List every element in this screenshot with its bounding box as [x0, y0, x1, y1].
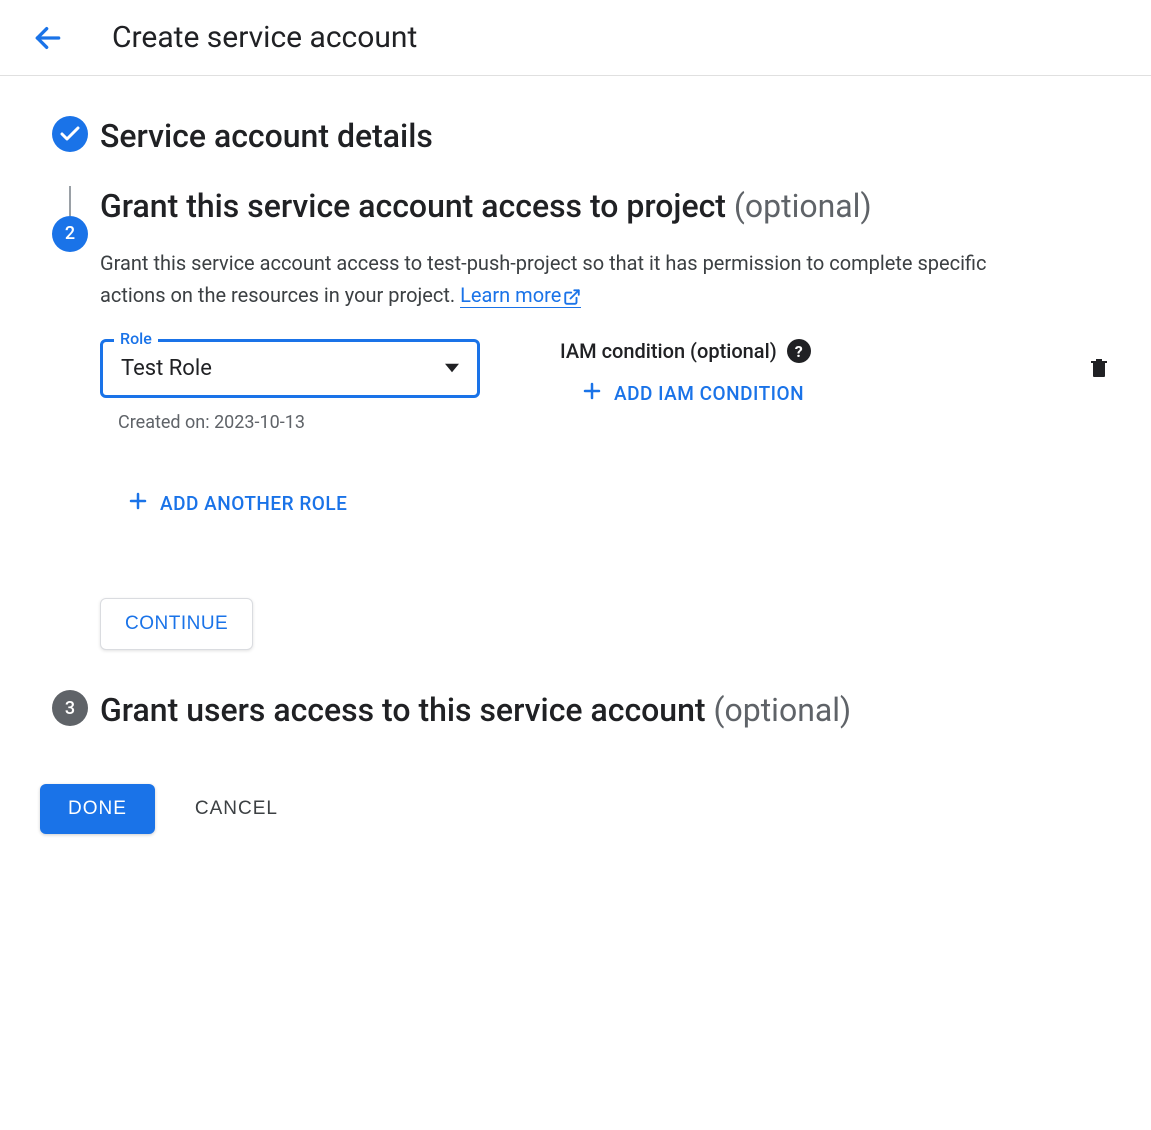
back-button[interactable]	[32, 22, 64, 54]
done-button[interactable]: DONE	[40, 784, 155, 834]
step-2-title-text: Grant this service account access to pro…	[100, 187, 726, 225]
step-3: 3 Grant users access to this service acc…	[40, 690, 1111, 736]
chevron-down-icon	[445, 356, 459, 381]
step-2-description: Grant this service account access to tes…	[100, 247, 1020, 311]
step-1-check-icon	[52, 116, 88, 152]
arrow-left-icon	[32, 22, 64, 54]
continue-label: CONTINUE	[125, 613, 228, 634]
role-row: Role Test Role Created on: 2023-10-13 IA…	[100, 339, 1111, 433]
cancel-label: CANCEL	[195, 798, 278, 819]
step-2: 2 Grant this service account access to p…	[40, 186, 1111, 675]
page-header: Create service account	[0, 0, 1151, 76]
step-2-title: Grant this service account access to pro…	[100, 186, 1111, 228]
iam-condition-label: IAM condition (optional)	[560, 339, 777, 363]
step-connector	[69, 186, 71, 216]
footer-buttons: DONE CANCEL	[40, 784, 1111, 834]
help-icon[interactable]: ?	[787, 339, 811, 363]
step-3-optional: (optional)	[714, 691, 852, 729]
delete-role-button[interactable]	[1087, 339, 1111, 385]
add-another-role-button[interactable]: ADD ANOTHER ROLE	[126, 489, 1111, 518]
plus-icon	[580, 379, 604, 408]
role-field-label: Role	[114, 329, 158, 348]
step-3-title-text: Grant users access to this service accou…	[100, 691, 706, 729]
cancel-button[interactable]: CANCEL	[195, 798, 278, 820]
add-another-role-label: ADD ANOTHER ROLE	[160, 492, 347, 515]
step-2-optional: (optional)	[734, 187, 872, 225]
trash-icon	[1087, 355, 1111, 381]
step-2-number-icon: 2	[52, 216, 88, 252]
role-select-value: Test Role	[121, 356, 212, 381]
learn-more-text: Learn more	[460, 283, 561, 307]
iam-condition-section: IAM condition (optional) ? ADD IAM CONDI…	[560, 339, 1007, 412]
add-iam-condition-label: ADD IAM CONDITION	[614, 382, 804, 405]
add-iam-condition-button[interactable]: ADD IAM CONDITION	[580, 375, 1007, 412]
role-helper-text: Created on: 2023-10-13	[118, 412, 480, 433]
step-3-title[interactable]: Grant users access to this service accou…	[100, 690, 1111, 732]
page-title: Create service account	[112, 20, 417, 55]
learn-more-link[interactable]: Learn more	[460, 283, 581, 308]
step-3-number-icon: 3	[52, 690, 88, 726]
external-link-icon	[563, 288, 581, 306]
done-label: DONE	[68, 798, 127, 819]
role-field: Role Test Role Created on: 2023-10-13	[100, 339, 480, 433]
step-1-title[interactable]: Service account details	[100, 116, 1111, 158]
continue-button[interactable]: CONTINUE	[100, 598, 253, 650]
step-1: Service account details	[40, 116, 1111, 186]
plus-icon	[126, 489, 150, 518]
